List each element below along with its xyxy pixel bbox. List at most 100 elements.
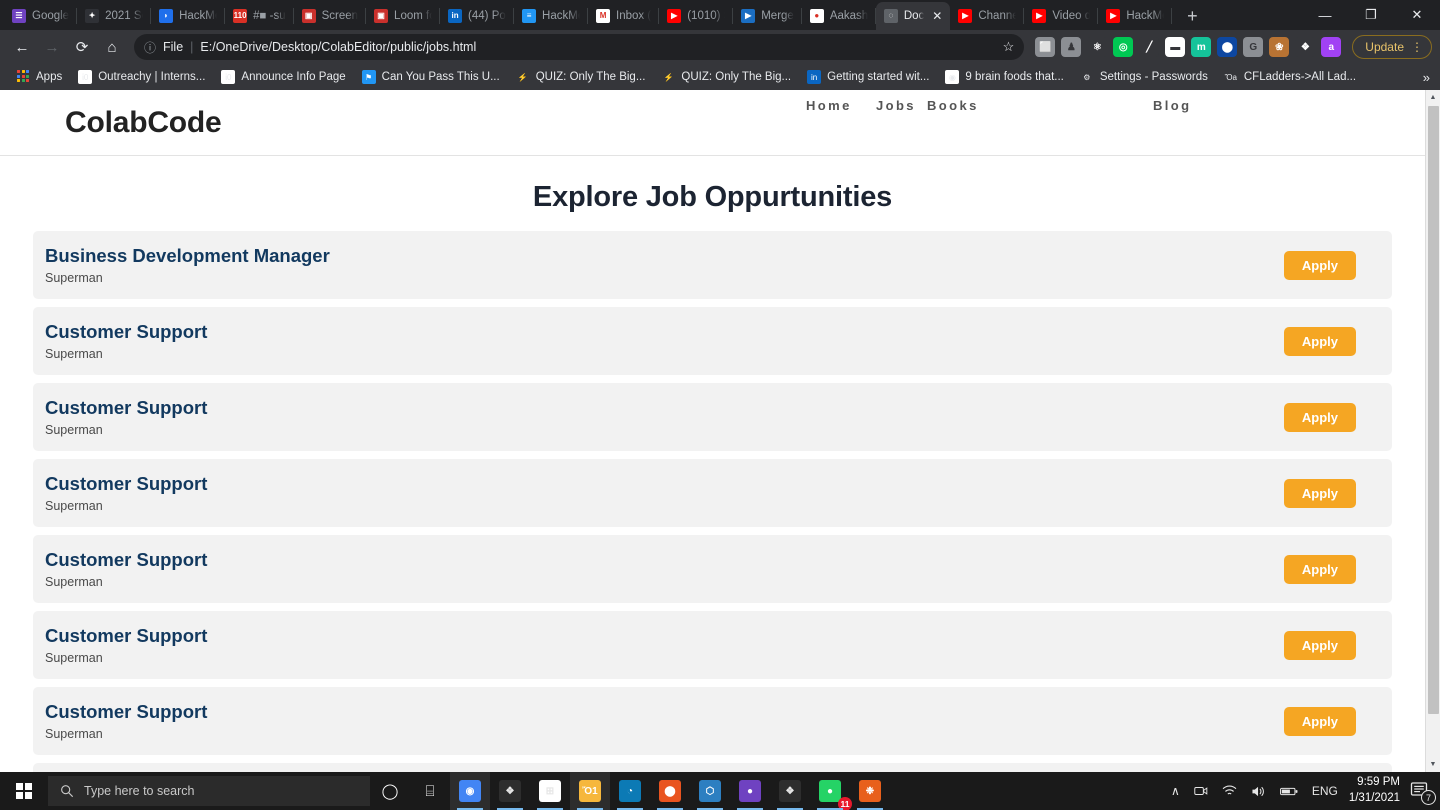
apply-button[interactable]: Apply <box>1283 706 1356 736</box>
notification-center-button[interactable]: 7 <box>1410 780 1436 805</box>
github-desktop-icon[interactable]: ● <box>730 772 770 810</box>
job-card[interactable]: Customer SupportSupermanApply <box>33 459 1392 527</box>
scroll-down-arrow[interactable]: ▼ <box>1426 757 1440 772</box>
address-bar[interactable]: ⓘ File | E:/OneDrive/Desktop/ColabEditor… <box>134 34 1025 60</box>
forward-button[interactable]: → <box>38 33 66 61</box>
puzzle-extensions-icon[interactable]: ❖ <box>1295 37 1316 57</box>
tray-overflow-icon[interactable]: ∧ <box>1164 772 1187 810</box>
grammarly-icon[interactable]: m <box>1191 37 1212 57</box>
browser-tab[interactable]: in (44) Pos <box>440 2 515 30</box>
diamond-app-icon[interactable]: ❖ <box>490 772 530 810</box>
taskbar-clock[interactable]: 9:59 PM 1/31/2021 <box>1345 775 1410 806</box>
apply-button[interactable]: Apply <box>1283 554 1356 584</box>
scroll-up-arrow[interactable]: ▲ <box>1426 90 1440 105</box>
eraser-extension-icon[interactable]: ▬ <box>1165 37 1186 57</box>
bookmark-item[interactable]: ⚙ Settings - Passwords <box>1072 66 1216 88</box>
chrome-menu-icon[interactable]: ⋮ <box>1411 41 1423 53</box>
browser-tab[interactable]: ▣ Screen <box>294 2 367 30</box>
bookmark-item[interactable]: ◉ 9 brain foods that... <box>937 66 1071 88</box>
bookmark-item[interactable]: ⚑ Can You Pass This U... <box>354 66 508 88</box>
scrollbar-thumb[interactable] <box>1428 106 1439 714</box>
edge-taskbar-icon[interactable]: ◔ <box>610 772 650 810</box>
browser-tab[interactable]: ✦ 2021 Se <box>77 2 152 30</box>
browser-tab[interactable]: ▶ Channe <box>950 2 1025 30</box>
browser-tab[interactable]: ▶ HackMe <box>1098 2 1173 30</box>
vscode-taskbar-icon[interactable]: ⬡ <box>690 772 730 810</box>
profile-avatar[interactable]: a <box>1321 37 1342 57</box>
apply-button[interactable]: Apply <box>1283 630 1356 660</box>
cookie-extension-icon[interactable]: ❀ <box>1269 37 1290 57</box>
diamond-app-icon[interactable]: ❖ <box>770 772 810 810</box>
browser-tab[interactable]: ◌ Doc ✕ <box>875 2 951 30</box>
site-logo[interactable]: ColabCode <box>65 106 222 140</box>
job-card[interactable]: Customer SupportSupermanApply <box>33 535 1392 603</box>
reload-button[interactable]: ⟳ <box>68 33 96 61</box>
browser-tab[interactable]: ● Aakash <box>802 2 876 30</box>
hypothesis-icon[interactable]: ◎ <box>1113 37 1134 57</box>
browser-tab[interactable]: ▣ Loom fo <box>366 2 441 30</box>
bookmark-item[interactable]: ἱ0 Announce Info Page <box>213 66 353 88</box>
close-window-button[interactable]: ✕ <box>1394 0 1440 30</box>
update-button[interactable]: Update ⋮ <box>1352 35 1432 59</box>
grammar-g-icon[interactable]: G <box>1243 37 1264 57</box>
shield-extension-icon[interactable]: ⬜ <box>1035 37 1056 57</box>
nav-link-books[interactable]: Books <box>927 98 987 113</box>
whatsapp-taskbar-icon[interactable]: ● 11 <box>810 772 852 810</box>
bookmark-item[interactable]: ἱ0 Outreachy | Interns... <box>70 66 213 88</box>
browser-tab[interactable]: ☰ Google <box>4 2 78 30</box>
browser-tab[interactable]: ▶ (1010) S <box>659 2 734 30</box>
new-tab-button[interactable]: + <box>1178 2 1206 30</box>
apply-button[interactable]: Apply <box>1283 326 1356 356</box>
cortana-button[interactable]: ◯ <box>370 772 410 810</box>
maximize-button[interactable]: ❐ <box>1348 0 1394 30</box>
url-text[interactable]: E:/OneDrive/Desktop/ColabEditor/public/j… <box>200 40 476 54</box>
browser-tab[interactable]: ◗ HackMe <box>151 2 226 30</box>
browser-tab[interactable]: 110 #■ -su <box>225 2 294 30</box>
bookmark-item[interactable]: Ὄa CFLadders->All Lad... <box>1216 66 1364 88</box>
page-scrollbar[interactable]: ▲ ▼ <box>1425 90 1440 772</box>
start-button[interactable] <box>0 772 48 810</box>
bookmarks-overflow-button[interactable]: » <box>1423 70 1430 85</box>
browser-tab[interactable]: ▶ Merge <box>733 2 802 30</box>
language-indicator[interactable]: ENG <box>1305 772 1345 810</box>
person-extension-icon[interactable]: ♟ <box>1061 37 1082 57</box>
job-card[interactable]: Customer SupportSupermanApply <box>33 763 1392 772</box>
task-view-button[interactable]: ⌸ <box>410 772 450 810</box>
job-card[interactable]: Customer SupportSupermanApply <box>33 687 1392 755</box>
chrome-taskbar-icon[interactable]: ◉ <box>450 772 490 810</box>
ubuntu-taskbar-icon[interactable]: ⬤ <box>650 772 690 810</box>
file-explorer-icon[interactable]: Ὄ1 <box>570 772 610 810</box>
pen-extension-icon[interactable]: ╱ <box>1139 37 1160 57</box>
home-button[interactable]: ⌂ <box>98 33 126 61</box>
bookmark-star-icon[interactable]: ☆ <box>1003 39 1015 55</box>
job-card[interactable]: Customer SupportSupermanApply <box>33 307 1392 375</box>
orange-app-icon[interactable]: ❉ <box>850 772 890 810</box>
apply-button[interactable]: Apply <box>1283 402 1356 432</box>
job-card[interactable]: Customer SupportSupermanApply <box>33 383 1392 451</box>
microsoft-store-icon[interactable]: ⊞ <box>530 772 570 810</box>
new-extension-icon[interactable]: ⬤ <box>1217 37 1238 57</box>
apply-button[interactable]: Apply <box>1283 250 1356 280</box>
nav-link-blog[interactable]: Blog <box>1153 98 1191 113</box>
taskbar-search-input[interactable]: Type here to search <box>48 776 370 806</box>
apply-button[interactable]: Apply <box>1283 478 1356 508</box>
bookmark-item[interactable]: ⚡ QUIZ: Only The Big... <box>653 66 799 88</box>
bookmark-item[interactable]: in Getting started wit... <box>799 66 937 88</box>
volume-icon[interactable] <box>1244 772 1273 810</box>
battery-icon[interactable] <box>1273 772 1305 810</box>
page-info-icon[interactable]: ⓘ <box>144 39 156 56</box>
browser-tab[interactable]: ≡ HackMe <box>514 2 589 30</box>
job-card[interactable]: Customer SupportSupermanApply <box>33 611 1392 679</box>
camera-icon[interactable] <box>1187 772 1215 810</box>
browser-tab[interactable]: M Inbox ( <box>588 2 660 30</box>
minimize-button[interactable]: — <box>1302 0 1348 30</box>
bookmark-item[interactable]: Apps <box>8 66 70 88</box>
bookmark-item[interactable]: ⚡ QUIZ: Only The Big... <box>508 66 654 88</box>
back-button[interactable]: ← <box>8 33 36 61</box>
browser-tab[interactable]: ▶ Video d <box>1024 2 1099 30</box>
job-card[interactable]: Business Development Manager Superman Appl… <box>33 231 1392 299</box>
react-devtools-icon[interactable]: ⚛ <box>1087 37 1108 57</box>
tab-close-icon[interactable]: ✕ <box>932 9 942 23</box>
wifi-icon[interactable] <box>1215 772 1244 810</box>
nav-link-home[interactable]: Home <box>806 98 876 113</box>
